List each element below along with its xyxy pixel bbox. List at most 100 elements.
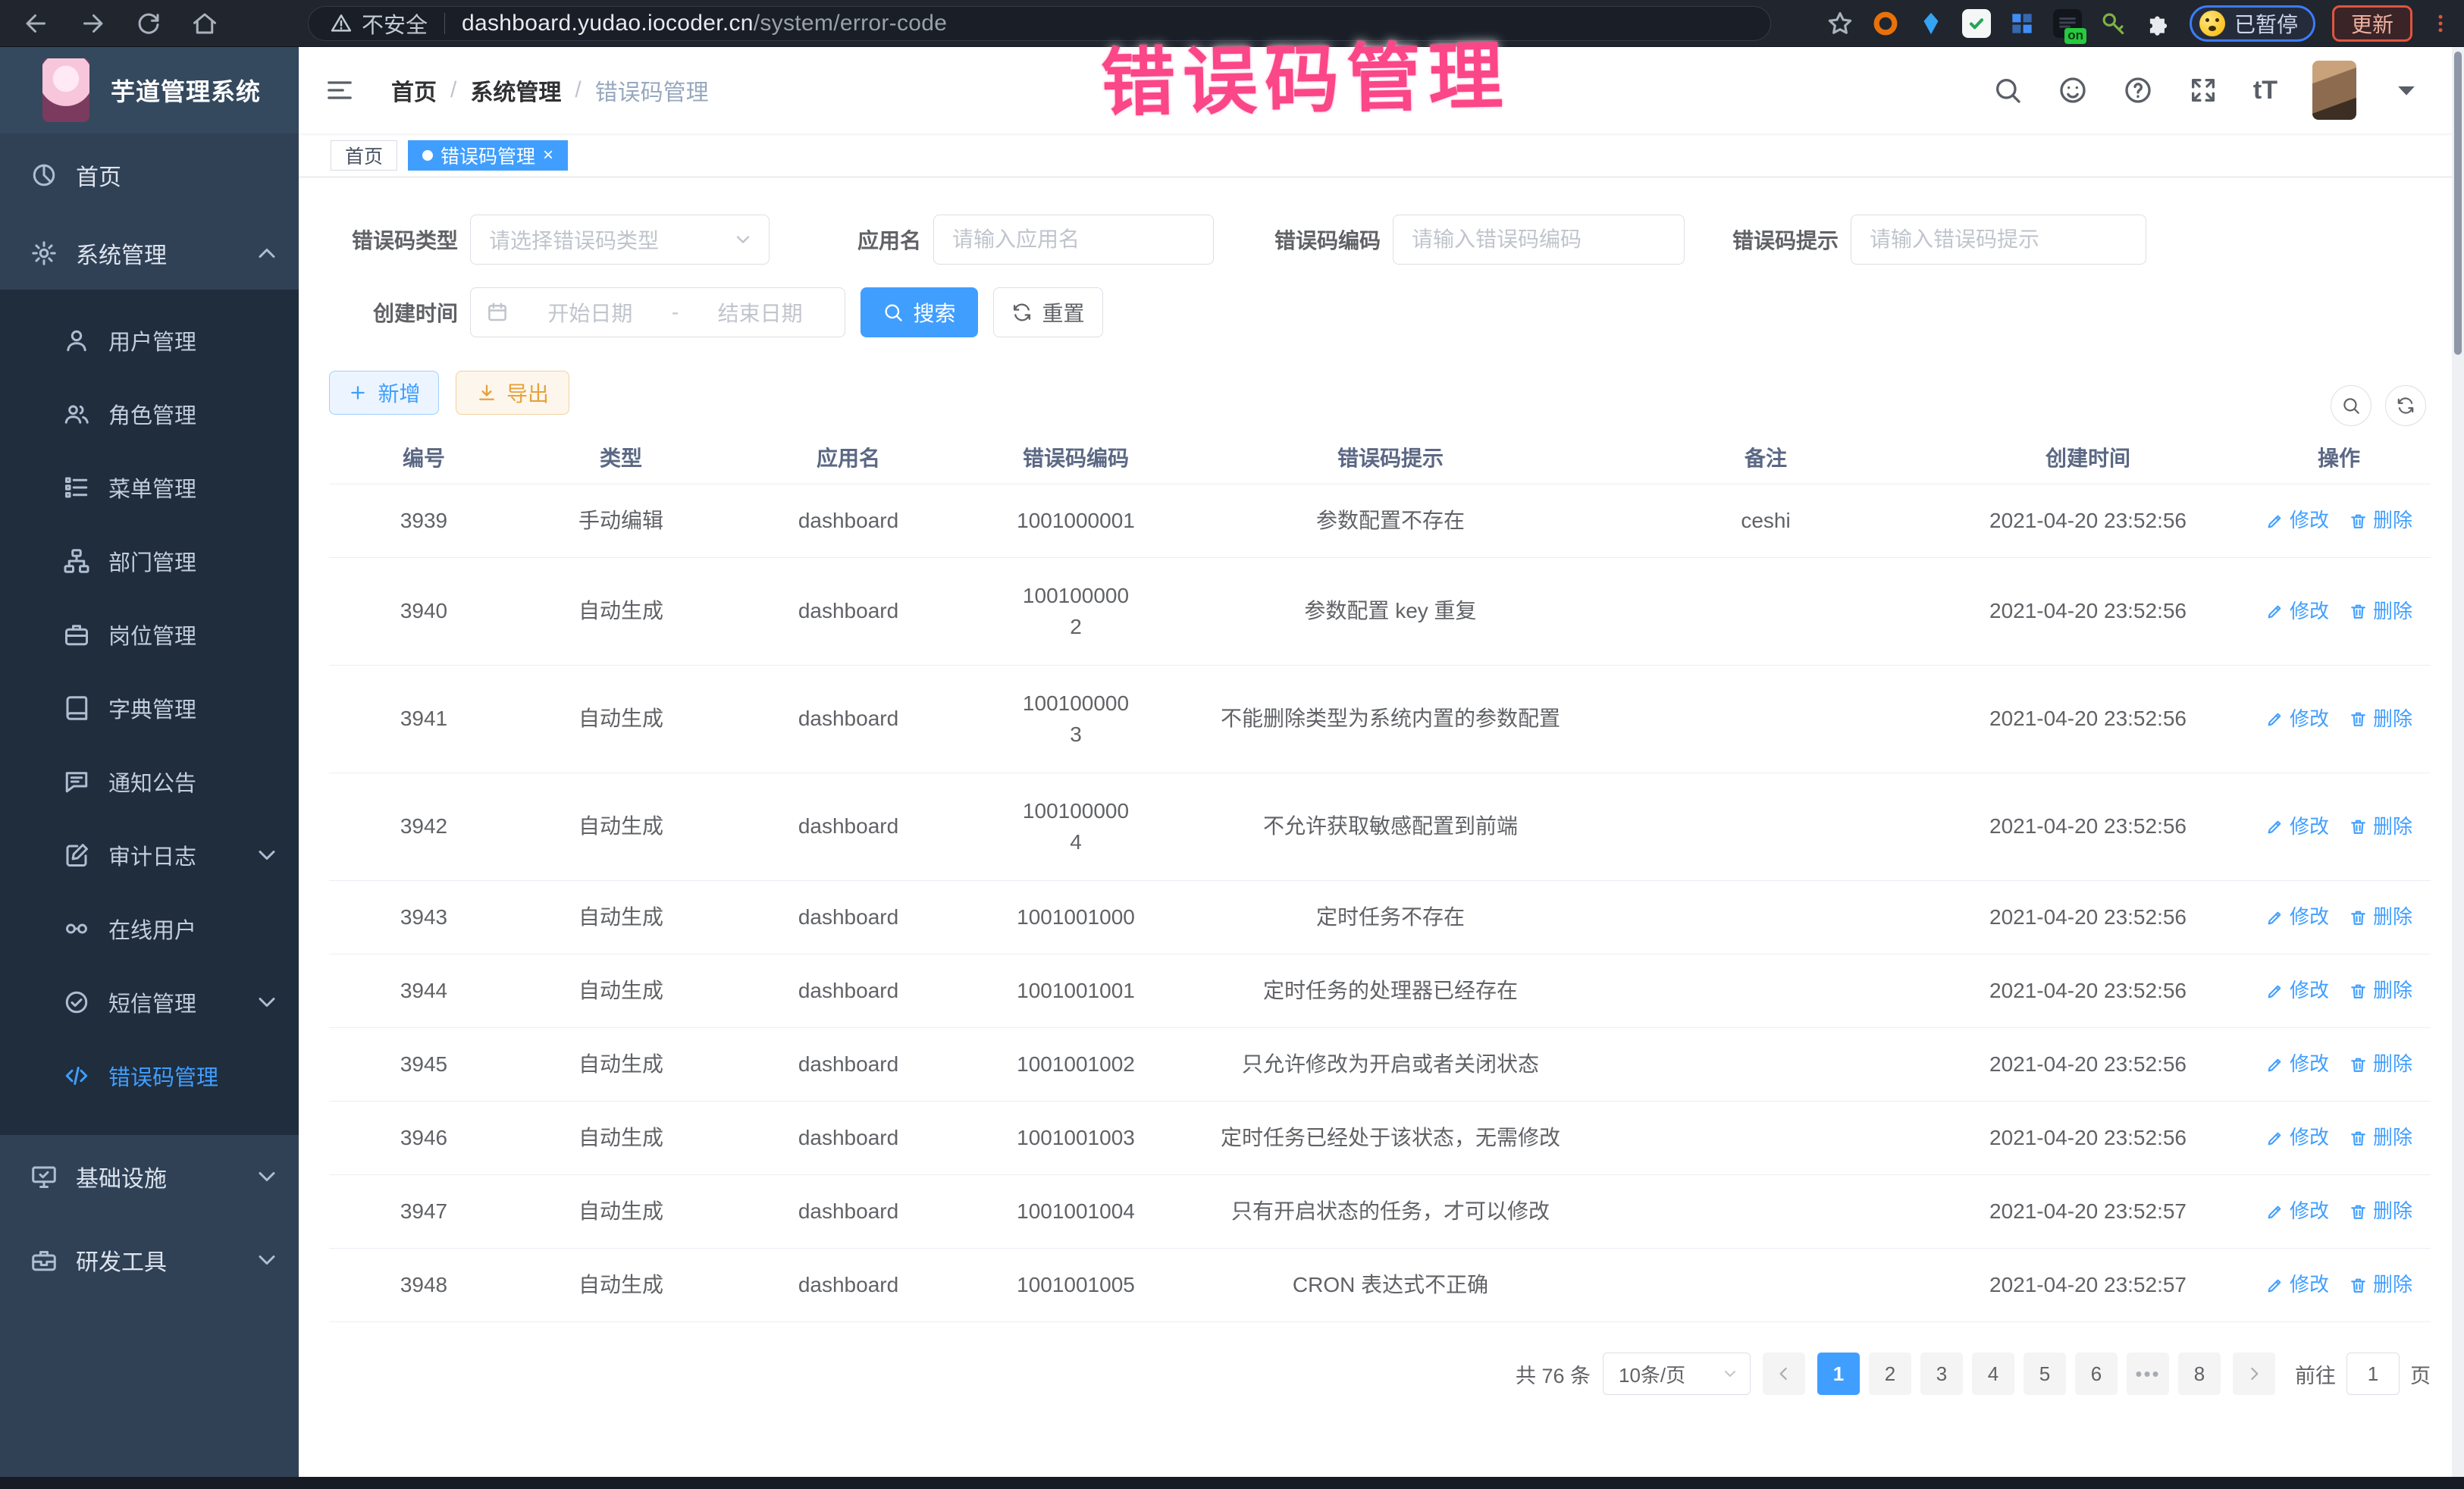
filter-message-input[interactable] xyxy=(1851,215,2146,265)
edit-link[interactable]: 修改 xyxy=(2265,1124,2329,1152)
sidebar-item-字典管理[interactable]: 字典管理 xyxy=(0,671,299,744)
create-time-range-picker[interactable]: 开始日期 - 结束日期 xyxy=(470,287,845,337)
security-indicator[interactable]: 不安全 xyxy=(330,8,428,39)
delete-link[interactable]: 删除 xyxy=(2349,1271,2412,1299)
delete-link[interactable]: 删除 xyxy=(2349,903,2412,932)
github-icon[interactable] xyxy=(2058,75,2088,105)
page-button-1[interactable]: 1 xyxy=(1817,1353,1860,1395)
column-header: 错误码编码 xyxy=(973,436,1178,482)
page-button-6[interactable]: 6 xyxy=(2075,1353,2118,1395)
browser-reload-icon[interactable] xyxy=(135,10,162,37)
tag-tab[interactable]: 错误码管理× xyxy=(408,140,568,171)
edit-link[interactable]: 修改 xyxy=(2265,976,2329,1005)
address-bar[interactable]: 不安全 dashboard.yudao.iocoder.cn/system/er… xyxy=(308,6,1771,41)
extension-green-check-icon[interactable] xyxy=(1962,9,1991,38)
delete-link[interactable]: 删除 xyxy=(2349,1124,2412,1152)
column-header: 类型 xyxy=(519,436,723,482)
sidebar-item-岗位管理[interactable]: 岗位管理 xyxy=(0,597,299,671)
sidebar-item-label: 审计日志 xyxy=(108,839,196,871)
filter-code-input[interactable] xyxy=(1393,215,1685,265)
cell-actions: 修改删除 xyxy=(2247,1263,2431,1307)
refresh-table-button[interactable] xyxy=(2385,385,2426,426)
delete-link[interactable]: 删除 xyxy=(2349,705,2412,734)
browser-forward-icon[interactable] xyxy=(79,10,106,37)
browser-home-icon[interactable] xyxy=(191,10,218,37)
sidebar-item-研发工具[interactable]: 研发工具 xyxy=(0,1218,299,1302)
font-size-icon[interactable]: tT xyxy=(2253,76,2277,105)
fullscreen-icon[interactable] xyxy=(2188,75,2218,105)
edit-link[interactable]: 修改 xyxy=(2265,903,2329,932)
next-page-button[interactable] xyxy=(2233,1353,2275,1395)
breadcrumb-item[interactable]: 系统管理 xyxy=(470,74,561,107)
browser-back-icon[interactable] xyxy=(23,10,50,37)
page-button-2[interactable]: 2 xyxy=(1869,1353,1911,1395)
sidebar-item-审计日志[interactable]: 审计日志 xyxy=(0,818,299,892)
avatar-caret-down-icon[interactable] xyxy=(2391,75,2422,105)
delete-link[interactable]: 删除 xyxy=(2349,976,2412,1005)
sidebar-item-角色管理[interactable]: 角色管理 xyxy=(0,377,299,450)
tag-tab[interactable]: 首页 xyxy=(331,140,397,171)
tab-close-icon[interactable]: × xyxy=(543,145,553,166)
breadcrumb-item[interactable]: 首页 xyxy=(391,74,437,107)
extension-grid-icon[interactable] xyxy=(2008,9,2036,38)
users-icon xyxy=(63,400,90,428)
sidebar-item-短信管理[interactable]: 短信管理 xyxy=(0,965,299,1039)
extension-orange-ring-icon[interactable] xyxy=(1871,9,1900,38)
sidebar-item-通知公告[interactable]: 通知公告 xyxy=(0,744,299,818)
filter-app-input[interactable] xyxy=(933,215,1214,265)
edit-link[interactable]: 修改 xyxy=(2265,1050,2329,1079)
page-button-8[interactable]: 8 xyxy=(2178,1353,2221,1395)
search-button[interactable]: 搜索 xyxy=(861,287,978,337)
toggle-search-button[interactable] xyxy=(2331,385,2372,426)
edit-link[interactable]: 修改 xyxy=(2265,813,2329,842)
export-button[interactable]: 导出 xyxy=(456,371,569,415)
sidebar-item-首页[interactable]: 首页 xyxy=(0,133,299,217)
scrollbar-thumb[interactable] xyxy=(2454,52,2462,355)
delete-link[interactable]: 删除 xyxy=(2349,813,2412,842)
edit-link[interactable]: 修改 xyxy=(2265,1271,2329,1299)
extension-key-icon[interactable] xyxy=(2099,9,2127,38)
page-scrollbar[interactable] xyxy=(2452,47,2464,1477)
sidebar-item-基础设施[interactable]: 基础设施 xyxy=(0,1135,299,1218)
more-pages-button[interactable]: ••• xyxy=(2127,1353,2169,1395)
bookmark-star-icon[interactable] xyxy=(1826,9,1854,38)
page-button-3[interactable]: 3 xyxy=(1920,1353,1963,1395)
extensions-puzzle-icon[interactable] xyxy=(2144,9,2173,38)
edit-link[interactable]: 修改 xyxy=(2265,506,2329,535)
sidebar-item-部门管理[interactable]: 部门管理 xyxy=(0,524,299,597)
refresh-icon xyxy=(2396,396,2415,415)
page-button-4[interactable]: 4 xyxy=(1972,1353,2014,1395)
delete-link[interactable]: 删除 xyxy=(2349,1050,2412,1079)
sidebar-item-系统管理[interactable]: 系统管理 xyxy=(0,217,299,290)
announcement-icon xyxy=(63,768,90,795)
delete-link[interactable]: 删除 xyxy=(2349,1197,2412,1226)
filter-type-select[interactable]: 请选择错误码类型 xyxy=(470,215,770,265)
browser-update-button[interactable]: 更新 xyxy=(2332,5,2412,42)
help-icon[interactable] xyxy=(2123,75,2153,105)
sidebar-collapse-hamburger-icon[interactable] xyxy=(324,75,355,105)
profile-paused-badge[interactable]: 已暂停 xyxy=(2190,5,2315,42)
edit-link[interactable]: 修改 xyxy=(2265,705,2329,734)
goto-page-input[interactable] xyxy=(2346,1353,2400,1395)
page-button-5[interactable]: 5 xyxy=(2024,1353,2066,1395)
edit-link[interactable]: 修改 xyxy=(2265,597,2329,626)
extension-blue-gem-icon[interactable] xyxy=(1917,9,1945,38)
header-search-icon[interactable] xyxy=(1992,75,2023,105)
trash-icon xyxy=(2349,602,2368,621)
user-avatar[interactable] xyxy=(2312,61,2356,120)
extension-switch-icon[interactable]: on xyxy=(2053,9,2082,38)
sidebar-item-用户管理[interactable]: 用户管理 xyxy=(0,303,299,377)
delete-link[interactable]: 删除 xyxy=(2349,506,2412,535)
browser-menu-kebab-icon[interactable] xyxy=(2429,9,2452,38)
reset-button[interactable]: 重置 xyxy=(993,287,1103,337)
add-button[interactable]: 新增 xyxy=(329,371,439,415)
sidebar-item-label: 通知公告 xyxy=(108,766,196,798)
app-logo-block[interactable]: 芋道管理系统 xyxy=(0,47,299,133)
sidebar-item-错误码管理[interactable]: 错误码管理 xyxy=(0,1039,299,1112)
page-size-select[interactable]: 10条/页 xyxy=(1603,1353,1751,1395)
edit-link[interactable]: 修改 xyxy=(2265,1197,2329,1226)
sidebar-item-在线用户[interactable]: 在线用户 xyxy=(0,892,299,965)
prev-page-button[interactable] xyxy=(1763,1353,1805,1395)
sidebar-item-菜单管理[interactable]: 菜单管理 xyxy=(0,450,299,524)
delete-link[interactable]: 删除 xyxy=(2349,597,2412,626)
